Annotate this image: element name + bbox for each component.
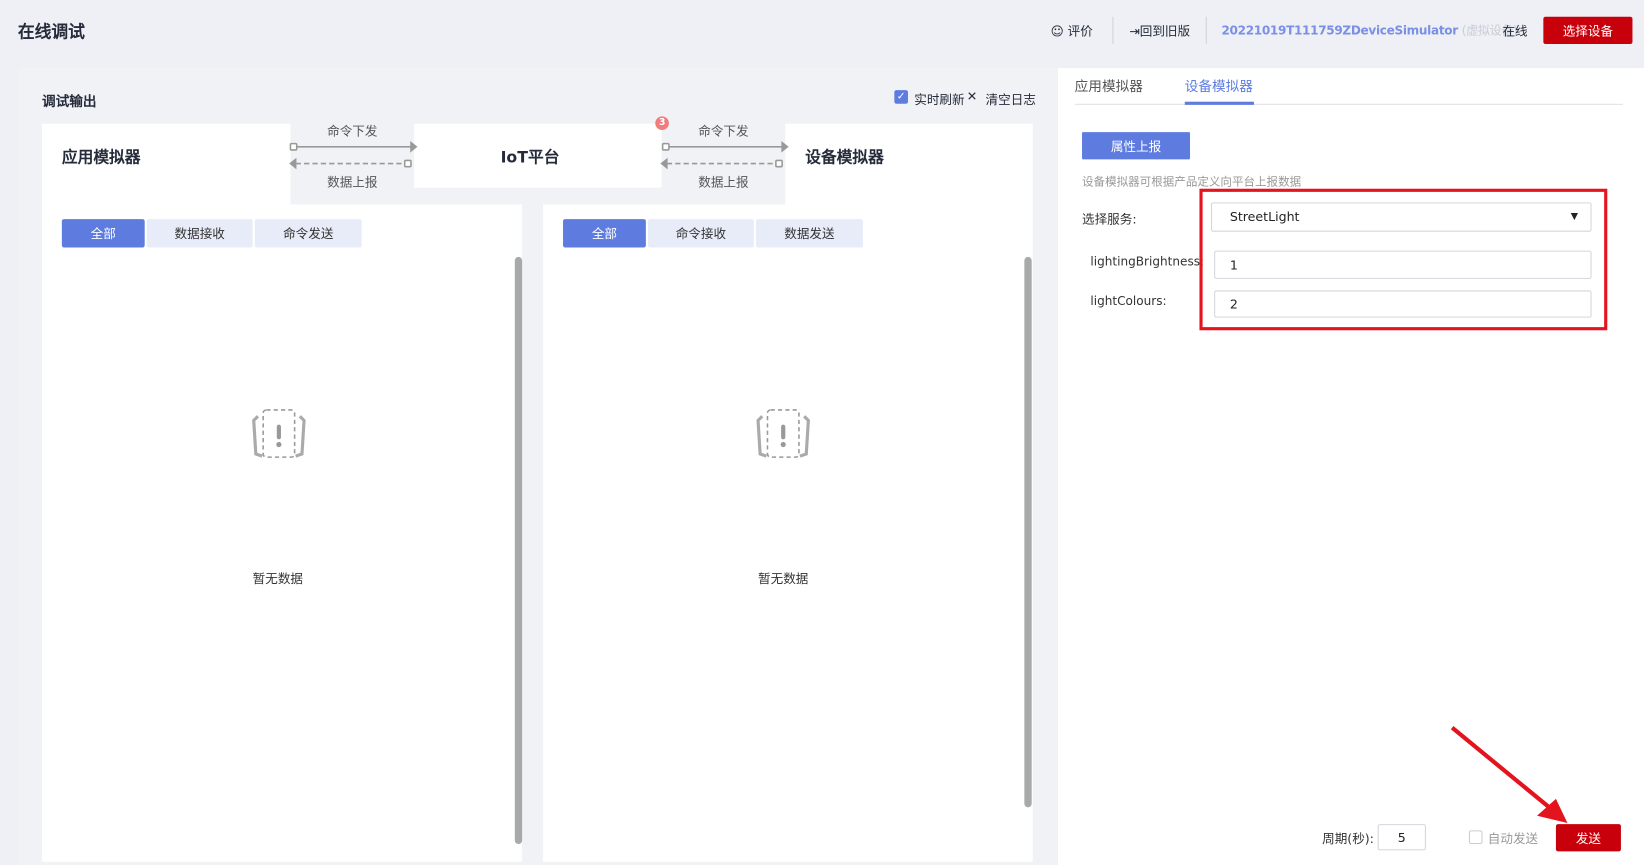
- property-report-button[interactable]: 属性上报: [1082, 132, 1191, 160]
- device-simulator-title: 设备模拟器: [805, 147, 884, 167]
- period-input[interactable]: 5: [1377, 824, 1426, 851]
- device-tab-all[interactable]: 全部: [563, 219, 646, 248]
- annotation-highlight-box: [1199, 188, 1608, 331]
- side-tab-device-simulator[interactable]: 设备模拟器: [1185, 75, 1253, 96]
- app-tab-all[interactable]: 全部: [61, 219, 145, 248]
- field-label: lightingBrightness:: [1090, 253, 1205, 269]
- page-title: 在线调试: [17, 22, 85, 42]
- send-button[interactable]: 发送: [1555, 824, 1621, 852]
- service-label: 选择服务:: [1082, 211, 1137, 227]
- clear-log-button[interactable]: 清空日志: [986, 90, 1036, 108]
- app-tab-data-receive[interactable]: 数据接收: [146, 219, 253, 248]
- rate-label: 评价: [1067, 24, 1093, 39]
- old-version-link[interactable]: ⇥回到旧版: [1129, 22, 1190, 40]
- divider: [1112, 16, 1114, 45]
- data-up-label: 数据上报: [698, 175, 749, 190]
- app-log-scrollbar[interactable]: [514, 256, 523, 845]
- app-simulator-panel: [41, 204, 523, 862]
- app-empty-text: 暂无数据: [252, 571, 304, 587]
- cmd-down-label: 命令下发: [698, 123, 749, 139]
- device-simulator-panel: [543, 204, 1033, 862]
- device-status: 在线: [1502, 24, 1528, 39]
- debug-output-title: 调试输出: [41, 94, 97, 111]
- auto-send-checkbox[interactable]: [1468, 830, 1483, 845]
- smile-icon: ☺: [1050, 24, 1068, 39]
- realtime-checkbox[interactable]: ✓: [894, 90, 908, 104]
- auto-send-label: 自动发送: [1487, 831, 1539, 847]
- select-device-button[interactable]: 选择设备: [1543, 16, 1633, 45]
- annotation-arrow: [1450, 726, 1568, 824]
- active-tab-indicator: [1184, 101, 1254, 105]
- old-version-label: 回到旧版: [1139, 24, 1191, 39]
- cmd-down-label: 命令下发: [327, 123, 378, 139]
- device-log-scrollbar[interactable]: [1024, 256, 1032, 808]
- notification-badge: 3: [655, 116, 669, 131]
- device-empty-text: 暂无数据: [758, 571, 809, 587]
- app-tab-cmd-send[interactable]: 命令发送: [254, 219, 362, 248]
- field-label: lightColours:: [1090, 293, 1167, 309]
- hint-text: 设备模拟器可根据产品定义向平台上报数据: [1082, 175, 1302, 189]
- device-name[interactable]: 20221019T111759ZDeviceSimulator (虚拟设备): [1221, 22, 1517, 39]
- divider: [1205, 16, 1207, 45]
- rate-link[interactable]: ☺ 评价: [1051, 22, 1093, 40]
- device-tab-cmd-receive[interactable]: 命令接收: [647, 219, 754, 248]
- flow-arrows: [289, 140, 789, 170]
- app-simulator-title: 应用模拟器: [61, 147, 141, 167]
- device-tab-data-send[interactable]: 数据发送: [755, 219, 863, 248]
- device-name-text: 20221019T111759ZDeviceSimulator: [1221, 23, 1458, 38]
- exit-icon: ⇥: [1129, 24, 1140, 39]
- side-tab-app-simulator[interactable]: 应用模拟器: [1075, 75, 1143, 96]
- clear-icon[interactable]: ✕: [967, 89, 978, 104]
- empty-data-icon: [252, 409, 306, 458]
- realtime-label: 实时刷新: [914, 92, 965, 107]
- period-label: 周期(秒):: [1322, 831, 1374, 847]
- empty-data-icon: [756, 409, 810, 458]
- tabs-divider: [1074, 103, 1624, 105]
- data-up-label: 数据上报: [327, 175, 378, 190]
